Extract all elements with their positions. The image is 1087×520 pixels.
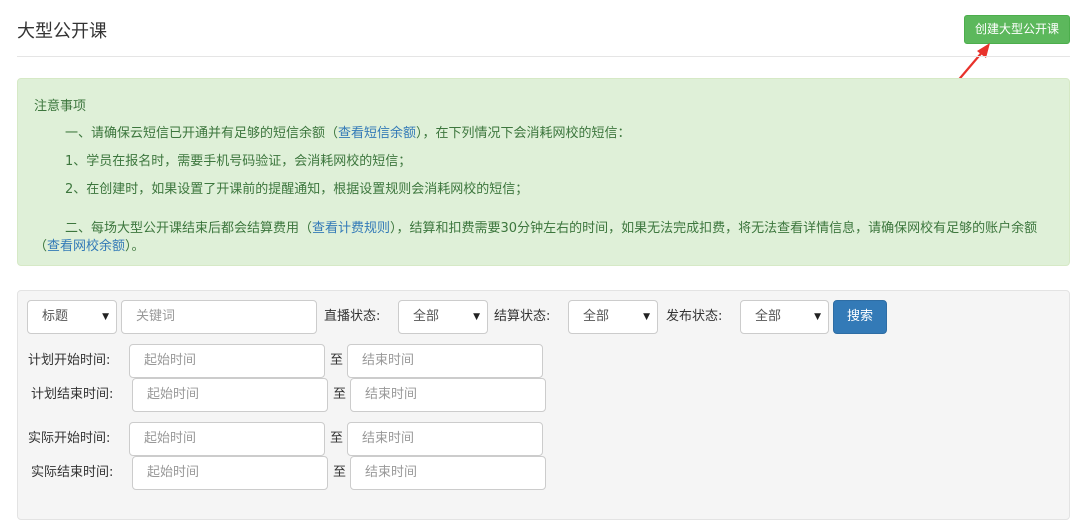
plan-start-label: 计划开始时间:: [28, 353, 111, 368]
caret-down-icon: ▼: [102, 312, 109, 322]
notice-line-3: 2、在创建时，如果设置了开课前的提醒通知，根据设置规则会消耗网校的短信；: [65, 182, 529, 197]
check-school-balance-link[interactable]: 查看网校余额: [47, 239, 125, 254]
settle-status-select[interactable]: 全部 ▼: [568, 300, 658, 334]
live-status-select[interactable]: 全部 ▼: [398, 300, 488, 334]
plan-end-from-input[interactable]: 起始时间: [132, 378, 328, 412]
actual-end-to-input[interactable]: 结束时间: [350, 456, 546, 490]
notice-title: 注意事项: [34, 99, 87, 114]
caret-down-icon: ▼: [814, 312, 821, 322]
publish-status-select[interactable]: 全部 ▼: [740, 300, 829, 334]
notice-line-1: 一、请确保云短信已开通并有足够的短信余额（查看短信余额），在下列情况下会消耗网校…: [65, 126, 631, 141]
plan-end-to-input[interactable]: 结束时间: [350, 378, 546, 412]
caret-down-icon: ▼: [643, 312, 650, 322]
actual-start-to-input[interactable]: 结束时间: [347, 422, 543, 456]
notice-line-4: 二、每场大型公开课结束后都会结算费用（查看计费规则），结算和扣费需要30分钟左右…: [34, 221, 1038, 254]
settle-status-label: 结算状态:: [494, 309, 551, 324]
plan-start-from-input[interactable]: 起始时间: [129, 344, 325, 378]
search-field-select[interactable]: 标题 ▼: [27, 300, 117, 334]
actual-end-label: 实际结束时间:: [31, 465, 114, 480]
plan-start-to-input[interactable]: 结束时间: [347, 344, 543, 378]
range-to-label: 至: [330, 353, 344, 368]
check-billing-rules-link[interactable]: 查看计费规则: [312, 221, 390, 236]
keyword-input[interactable]: 关键词: [121, 300, 317, 334]
range-to-label: 至: [333, 387, 347, 402]
range-to-label: 至: [330, 431, 344, 446]
page-title: 大型公开课: [17, 21, 107, 42]
search-button[interactable]: 搜索: [833, 300, 887, 334]
live-status-label: 直播状态:: [324, 309, 381, 324]
actual-start-label: 实际开始时间:: [28, 431, 111, 446]
plan-end-label: 计划结束时间:: [31, 387, 114, 402]
title-divider: [17, 56, 1070, 57]
notice-panel: 注意事项 一、请确保云短信已开通并有足够的短信余额（查看短信余额），在下列情况下…: [17, 78, 1070, 266]
actual-start-from-input[interactable]: 起始时间: [129, 422, 325, 456]
publish-status-label: 发布状态:: [666, 309, 723, 324]
range-to-label: 至: [333, 465, 347, 480]
notice-line-2: 1、学员在报名时，需要手机号码验证，会消耗网校的短信；: [65, 154, 412, 169]
caret-down-icon: ▼: [473, 312, 480, 322]
actual-end-from-input[interactable]: 起始时间: [132, 456, 328, 490]
check-sms-balance-link[interactable]: 查看短信余额: [338, 126, 416, 141]
